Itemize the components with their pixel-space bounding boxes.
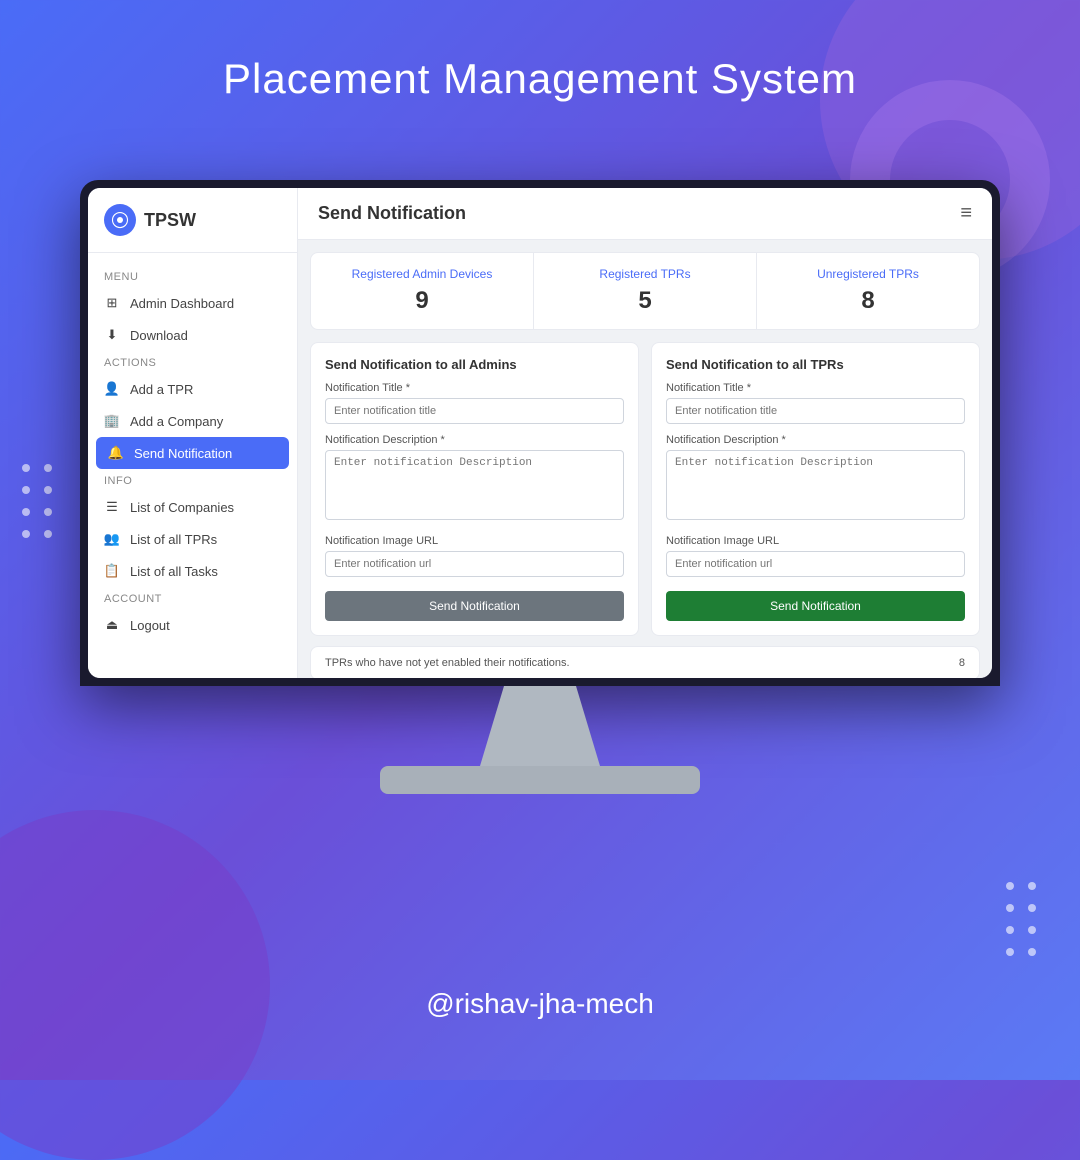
- stat-card-admin-devices: Registered Admin Devices 9: [311, 253, 534, 329]
- sidebar-item-admin-dashboard[interactable]: ⊞ Admin Dashboard: [88, 287, 297, 319]
- tprs-desc-input[interactable]: [666, 450, 965, 520]
- sidebar-item-logout-label: Logout: [130, 618, 170, 633]
- stat-card-registered-tprs: Registered TPRs 5: [534, 253, 757, 329]
- monitor-stand-neck: [480, 686, 600, 766]
- sidebar-item-add-tpr-label: Add a TPR: [130, 382, 193, 397]
- stat-card-unregistered-tprs: Unregistered TPRs 8: [757, 253, 979, 329]
- sidebar-section-info: Info: [88, 469, 297, 491]
- panels-row: Send Notification to all Admins Notifica…: [310, 342, 980, 636]
- sidebar-item-add-company[interactable]: 🏢 Add a Company: [88, 405, 297, 437]
- main-content: Send Notification ≡ Registered Admin Dev…: [298, 188, 992, 678]
- main-header: Send Notification ≡: [298, 188, 992, 240]
- sidebar-item-admin-dashboard-label: Admin Dashboard: [130, 296, 234, 311]
- download-icon: ⬇: [104, 327, 120, 343]
- sidebar-item-send-notification-label: Send Notification: [134, 446, 232, 461]
- admins-url-label: Notification Image URL: [325, 535, 624, 547]
- footer-handle: @rishav-jha-mech: [0, 988, 1080, 1020]
- list-icon: ☰: [104, 499, 120, 515]
- bottom-info-bar: TPRs who have not yet enabled their noti…: [310, 646, 980, 678]
- logout-icon: ⏏: [104, 617, 120, 633]
- logo-text: TPSW: [144, 210, 196, 231]
- admins-desc-input[interactable]: [325, 450, 624, 520]
- admins-notification-panel: Send Notification to all Admins Notifica…: [310, 342, 639, 636]
- grid-icon: ⊞: [104, 295, 120, 311]
- admins-panel-title: Send Notification to all Admins: [325, 357, 624, 372]
- sidebar-section-account: Account: [88, 587, 297, 609]
- stat-value-unregistered-tprs: 8: [771, 287, 965, 315]
- tprs-title-group: Notification Title *: [666, 382, 965, 424]
- sidebar-logo: TPSW: [88, 204, 297, 253]
- stats-row: Registered Admin Devices 9 Registered TP…: [310, 252, 980, 330]
- stat-label-registered-tprs: Registered TPRs: [548, 267, 742, 281]
- tprs-desc-group: Notification Description *: [666, 434, 965, 525]
- sidebar-item-list-tprs[interactable]: 👥 List of all TPRs: [88, 523, 297, 555]
- bell-icon: 🔔: [108, 445, 124, 461]
- sidebar-item-list-tprs-label: List of all TPRs: [130, 532, 217, 547]
- tprs-title-label: Notification Title *: [666, 382, 965, 394]
- dots-decoration-left: [18, 460, 56, 542]
- sidebar-item-download-label: Download: [130, 328, 188, 343]
- sidebar-item-download[interactable]: ⬇ Download: [88, 319, 297, 351]
- sidebar-item-list-tasks-label: List of all Tasks: [130, 564, 218, 579]
- bottom-bar-text: TPRs who have not yet enabled their noti…: [325, 657, 570, 669]
- page-title: Placement Management System: [0, 55, 1080, 103]
- screen-inner: TPSW Menu ⊞ Admin Dashboard ⬇ Download A…: [88, 188, 992, 678]
- sidebar-item-add-company-label: Add a Company: [130, 414, 223, 429]
- stat-value-admin-devices: 9: [325, 287, 519, 315]
- admins-url-group: Notification Image URL: [325, 535, 624, 577]
- admins-title-group: Notification Title *: [325, 382, 624, 424]
- tprs-send-button[interactable]: Send Notification: [666, 591, 965, 621]
- admins-url-input[interactable]: [325, 551, 624, 577]
- tprs-url-group: Notification Image URL: [666, 535, 965, 577]
- admins-title-label: Notification Title *: [325, 382, 624, 394]
- hamburger-icon[interactable]: ≡: [960, 202, 972, 225]
- monitor-screen: TPSW Menu ⊞ Admin Dashboard ⬇ Download A…: [80, 180, 1000, 686]
- sidebar-item-list-companies-label: List of Companies: [130, 500, 234, 515]
- stat-value-registered-tprs: 5: [548, 287, 742, 315]
- tprs-title-input[interactable]: [666, 398, 965, 424]
- monitor-stand-base: [380, 766, 700, 794]
- main-header-title: Send Notification: [318, 203, 466, 224]
- sidebar-item-add-tpr[interactable]: 👤 Add a TPR: [88, 373, 297, 405]
- sidebar-section-menu: Menu: [88, 265, 297, 287]
- tprs-url-input[interactable]: [666, 551, 965, 577]
- sidebar: TPSW Menu ⊞ Admin Dashboard ⬇ Download A…: [88, 188, 298, 678]
- user-icon: 👤: [104, 381, 120, 397]
- monitor: TPSW Menu ⊞ Admin Dashboard ⬇ Download A…: [80, 180, 1000, 794]
- tprs-panel-title: Send Notification to all TPRs: [666, 357, 965, 372]
- tprs-url-label: Notification Image URL: [666, 535, 965, 547]
- sidebar-item-logout[interactable]: ⏏ Logout: [88, 609, 297, 641]
- stat-label-unregistered-tprs: Unregistered TPRs: [771, 267, 965, 281]
- admins-send-button[interactable]: Send Notification: [325, 591, 624, 621]
- logo-icon: [104, 204, 136, 236]
- admins-desc-label: Notification Description *: [325, 434, 624, 446]
- app-layout: TPSW Menu ⊞ Admin Dashboard ⬇ Download A…: [88, 188, 992, 678]
- sidebar-item-list-tasks[interactable]: 📋 List of all Tasks: [88, 555, 297, 587]
- admins-title-input[interactable]: [325, 398, 624, 424]
- users-icon: 👥: [104, 531, 120, 547]
- tasks-icon: 📋: [104, 563, 120, 579]
- sidebar-section-actions: Actions: [88, 351, 297, 373]
- dots-decoration-right: [1002, 878, 1040, 960]
- sidebar-item-list-companies[interactable]: ☰ List of Companies: [88, 491, 297, 523]
- sidebar-item-send-notification[interactable]: 🔔 Send Notification: [96, 437, 289, 469]
- bg-decoration-bottom-left: [0, 810, 270, 1160]
- admins-desc-group: Notification Description *: [325, 434, 624, 525]
- stat-label-admin-devices: Registered Admin Devices: [325, 267, 519, 281]
- tprs-notification-panel: Send Notification to all TPRs Notificati…: [651, 342, 980, 636]
- building-icon: 🏢: [104, 413, 120, 429]
- bottom-bar-count: 8: [959, 657, 965, 669]
- tprs-desc-label: Notification Description *: [666, 434, 965, 446]
